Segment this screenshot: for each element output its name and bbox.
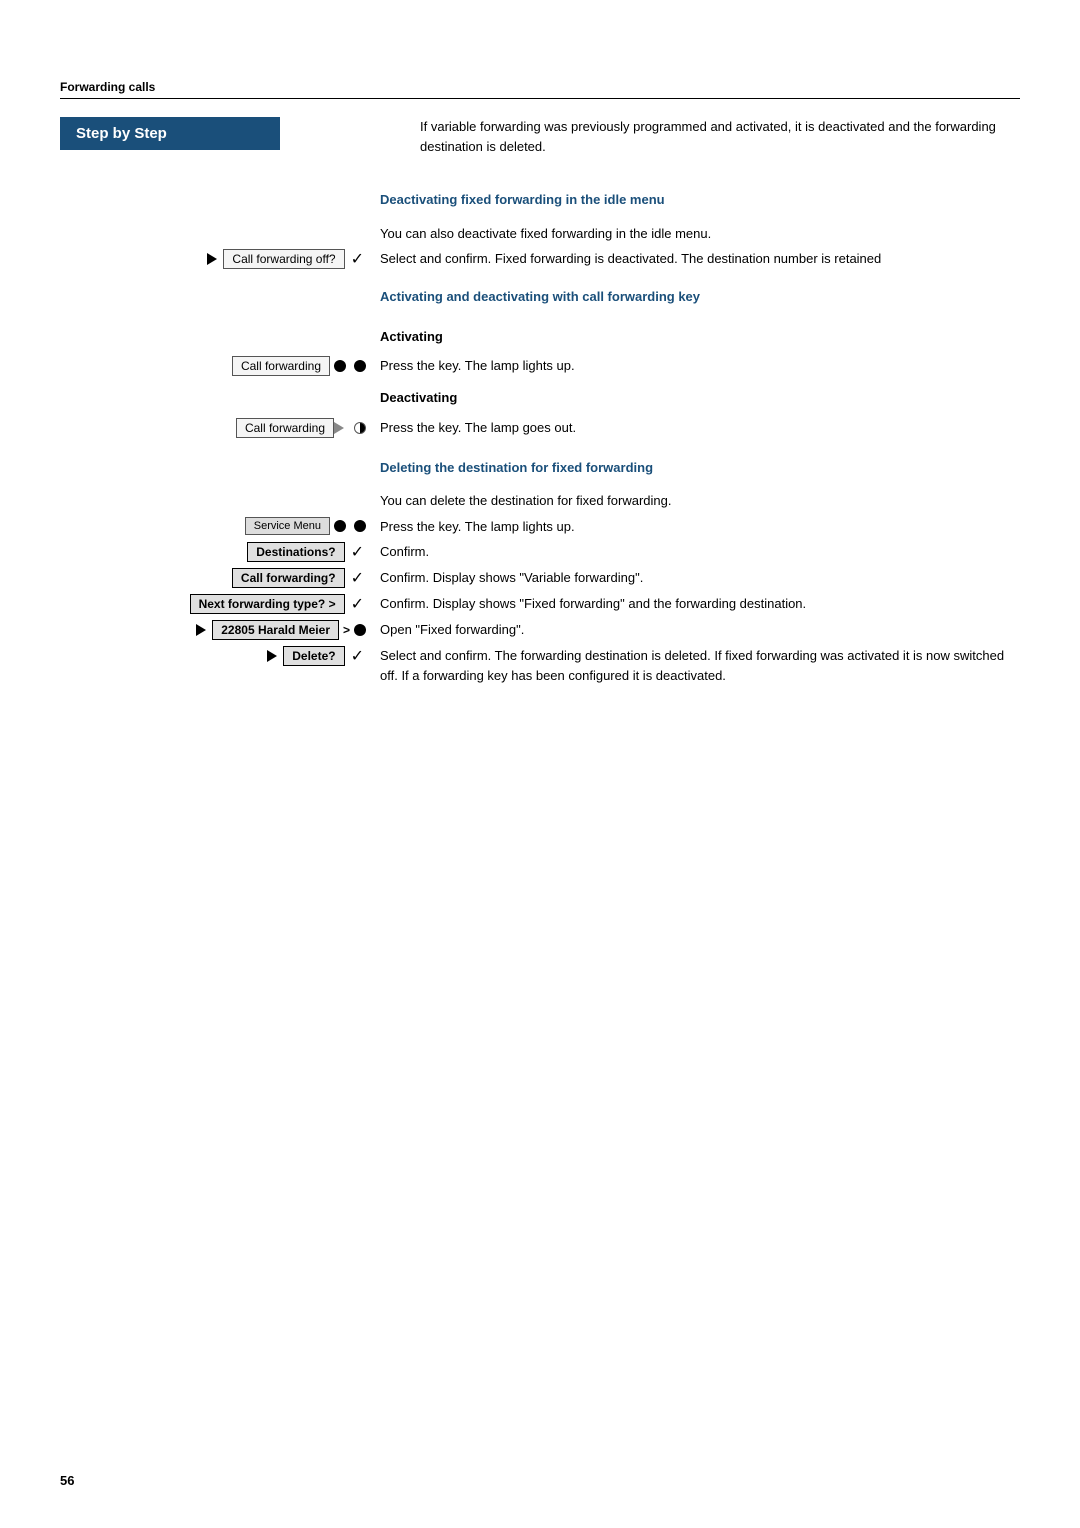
next-forwarding-checkmark: ✓ [351, 594, 364, 614]
service-menu-bullet1 [334, 520, 346, 532]
page-number: 56 [60, 1473, 74, 1488]
section3-row6-desc: Select and confirm. The forwarding desti… [380, 646, 1020, 685]
section1-row1-desc: Select and confirm. Fixed forwarding is … [380, 249, 1020, 269]
section3-title: Deleting the destination for fixed forwa… [380, 452, 1020, 486]
content-area: Step by Step If variable forwarding was … [60, 117, 1020, 174]
section2-row2-left: Call forwarding [60, 418, 380, 438]
section3-row6: Delete? ✓ Select and confirm. The forwar… [60, 646, 1020, 685]
intro-text: If variable forwarding was previously pr… [420, 117, 1020, 156]
destinations-checkmark: ✓ [351, 542, 364, 562]
next-forwarding-type-menu: Next forwarding type? > [190, 594, 345, 614]
delete-checkmark: ✓ [351, 646, 364, 666]
call-forwarding-off-menu: Call forwarding off? [223, 249, 344, 269]
two-bullets-activate [330, 360, 370, 372]
section-header: Forwarding calls [60, 80, 1020, 99]
step-by-step-banner: Step by Step [60, 117, 280, 150]
arrow-outline-icon [334, 422, 344, 434]
bullet-filled-icon2 [354, 360, 366, 372]
section2-title-row: Activating and deactivating with call fo… [60, 281, 1020, 315]
call-forwarding-deactivate-menu: Call forwarding [236, 418, 334, 438]
service-menu-bullet2 [354, 520, 366, 532]
call-forwarding-menu: Call forwarding? [232, 568, 345, 588]
section2-sub2-row: Deactivating [60, 382, 1020, 412]
section2-sub2: Deactivating [380, 382, 1020, 412]
section3-desc-row: You can delete the destination for fixed… [60, 491, 1020, 511]
section3-row1-desc: Press the key. The lamp lights up. [380, 517, 1020, 537]
section1-row1: Call forwarding off? ✓ Select and confir… [60, 249, 1020, 269]
section2-row1-left: Call forwarding [60, 356, 380, 376]
right-column-intro: If variable forwarding was previously pr… [400, 117, 1020, 174]
section2-title: Activating and deactivating with call fo… [380, 281, 1020, 315]
section-header-text: Forwarding calls [60, 80, 155, 94]
section1-title: Deactivating fixed forwarding in the idl… [380, 184, 1020, 218]
section1-desc-row: You can also deactivate fixed forwarding… [60, 224, 1020, 244]
section3-row4-left: Next forwarding type? > ✓ [60, 594, 380, 614]
section2-row1: Call forwarding Press the key. The lamp … [60, 356, 1020, 376]
service-menu-box: Service Menu [245, 517, 330, 535]
section3-row2-desc: Confirm. [380, 542, 1020, 562]
harald-meier-menu: 22805 Harald Meier [212, 620, 339, 640]
left-column: Step by Step [60, 117, 400, 174]
section3-row1: Service Menu Press the key. The lamp lig… [60, 517, 1020, 537]
service-menu-bullets [330, 520, 370, 532]
section2-activating-label: Activating [380, 327, 1020, 347]
section3-row2: Destinations? ✓ Confirm. [60, 542, 1020, 562]
section3-heading: Deleting the destination for fixed forwa… [380, 458, 1020, 478]
two-bullets-deactivate [334, 422, 370, 434]
bullet-half-icon [354, 422, 366, 434]
banner-label: Step by Step [76, 125, 167, 142]
arrow-right-icon [207, 253, 217, 265]
checkmark-icon: ✓ [351, 249, 364, 269]
section3-row4: Next forwarding type? > ✓ Confirm. Displ… [60, 594, 1020, 614]
section3-row3-desc: Confirm. Display shows "Variable forward… [380, 568, 1020, 588]
section3-row4-desc: Confirm. Display shows "Fixed forwarding… [380, 594, 1020, 614]
arrow-symbol: > [343, 623, 350, 637]
section2-sub1: Activating [380, 321, 1020, 351]
arrow-right-icon-row6 [267, 650, 277, 662]
section3-description: You can delete the destination for fixed… [380, 491, 1020, 511]
section1-heading: Deactivating fixed forwarding in the idl… [380, 190, 1020, 210]
section3-title-row: Deleting the destination for fixed forwa… [60, 452, 1020, 486]
section2-row1-desc: Press the key. The lamp lights up. [380, 356, 1020, 376]
section1-description: You can also deactivate fixed forwarding… [380, 224, 1020, 244]
section2-row2: Call forwarding Press the key. The lamp … [60, 418, 1020, 438]
arrow-right-icon-row5 [196, 624, 206, 636]
page: Forwarding calls Step by Step If variabl… [0, 0, 1080, 1528]
section2-row2-desc: Press the key. The lamp goes out. [380, 418, 1020, 438]
destinations-menu: Destinations? [247, 542, 344, 562]
delete-menu: Delete? [283, 646, 344, 666]
harald-meier-bullet [354, 624, 366, 636]
section3-row5: 22805 Harald Meier > Open "Fixed forward… [60, 620, 1020, 640]
section3-row3: Call forwarding? ✓ Confirm. Display show… [60, 568, 1020, 588]
section2-sub1-row: Activating [60, 321, 1020, 351]
section3-row2-left: Destinations? ✓ [60, 542, 380, 562]
section2-heading: Activating and deactivating with call fo… [380, 287, 1020, 307]
call-forwarding-activate-menu: Call forwarding [232, 356, 330, 376]
section3-row5-desc: Open "Fixed forwarding". [380, 620, 1020, 640]
section3-row1-left: Service Menu [60, 517, 380, 535]
section3-row3-left: Call forwarding? ✓ [60, 568, 380, 588]
section3-row6-left: Delete? ✓ [60, 646, 380, 666]
section1-row1-left: Call forwarding off? ✓ [60, 249, 380, 269]
section2-deactivating-label: Deactivating [380, 388, 1020, 408]
section1-title-row: Deactivating fixed forwarding in the idl… [60, 184, 1020, 218]
section3-row5-left: 22805 Harald Meier > [60, 620, 380, 640]
bullet-filled-icon [334, 360, 346, 372]
call-forwarding-checkmark: ✓ [351, 568, 364, 588]
